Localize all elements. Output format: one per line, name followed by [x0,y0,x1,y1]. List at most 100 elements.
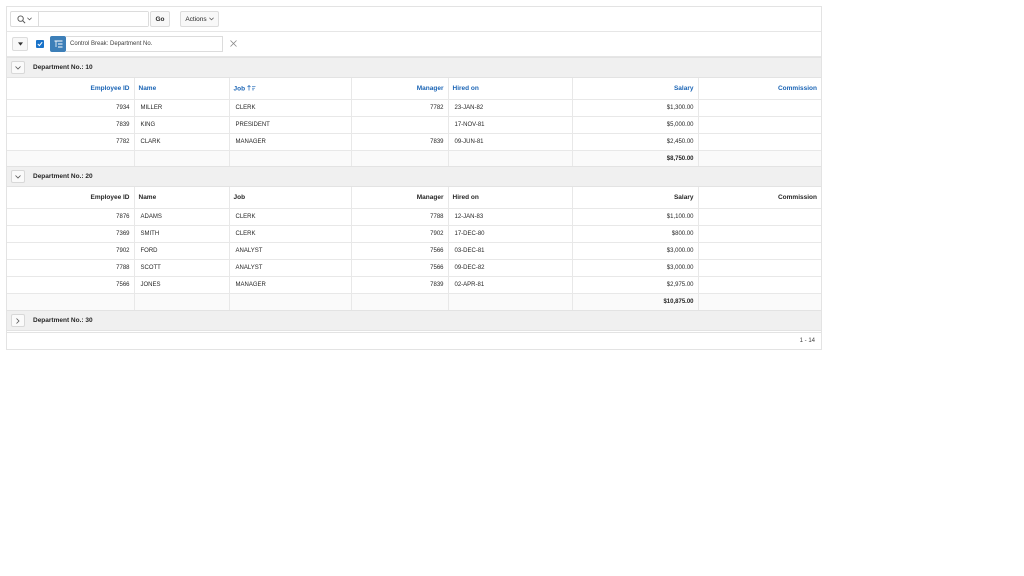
cell-name: CLARK [133,132,230,151]
total-row: $10,875.00 [7,292,821,311]
cell-salary: $5,000.00 [571,115,699,134]
group-toggle-button[interactable] [11,170,25,183]
column-header-manager: Manager [350,187,449,209]
filter-enabled-checkbox[interactable] [36,40,44,48]
total-empty-cell [133,292,230,311]
cell-name: KING [133,115,230,134]
cell-commission [697,115,821,134]
column-header-job[interactable]: Job [228,78,352,100]
table-row: 7934 MILLER CLERK 7782 23-JAN-82 $1,300.… [7,98,821,117]
cell-manager: 7839 [350,132,449,151]
pagination-range: 1 - 14 [799,338,815,344]
group-toggle-button[interactable] [11,61,25,74]
actions-button[interactable]: Actions [180,11,219,27]
collapse-filters-button[interactable] [12,37,28,51]
total-empty-cell [447,149,573,168]
cell-hired-on: 23-JAN-82 [447,98,573,117]
cell-salary: $2,975.00 [571,275,699,294]
cell-manager: 7788 [350,207,449,226]
chevron-down-icon [15,65,21,70]
search-columns-button[interactable] [11,12,39,26]
column-header-employee-id[interactable]: Employee ID [7,78,135,100]
cell-employee-id: 7934 [7,98,135,117]
cell-hired-on: 12-JAN-83 [447,207,573,226]
column-header-job-label: Job [233,85,246,92]
group-table-dept-10: Employee ID Name Job Manager Hired on Sa… [7,78,821,168]
cell-manager [350,115,449,134]
total-empty-cell [7,292,135,311]
interactive-report: Go Actions Control Break: Department No.… [6,6,822,350]
cell-name: SMITH [133,224,230,243]
group-toggle-button[interactable] [11,314,25,327]
cell-hired-on: 09-DEC-82 [447,258,573,277]
close-icon [229,39,237,47]
control-break-icon [50,36,66,52]
table-row: 7788 SCOTT ANALYST 7566 09-DEC-82 $3,000… [7,258,821,277]
header-row: Employee ID Name Job Manager Hired on Sa… [7,187,821,209]
group-table-dept-20: Employee ID Name Job Manager Hired on Sa… [7,187,821,311]
cell-hired-on: 17-DEC-80 [447,224,573,243]
cell-job: CLERK [228,224,352,243]
table-row: 7566 JONES MANAGER 7839 02-APR-81 $2,975… [7,275,821,294]
cell-name: MILLER [133,98,230,117]
cell-name: SCOTT [133,258,230,277]
control-break-filter[interactable]: Control Break: Department No. [66,36,223,52]
cell-job: CLERK [228,98,352,117]
remove-filter-button[interactable] [228,38,238,48]
total-empty-cell [228,149,352,168]
cell-employee-id: 7902 [7,241,135,260]
cell-hired-on: 09-JUN-81 [447,132,573,151]
cell-job: MANAGER [228,132,352,151]
cell-name: ADAMS [133,207,230,226]
group-header-dept-30: Department No.: 30 [7,310,821,331]
cell-commission [697,224,821,243]
cell-name: FORD [133,241,230,260]
filter-bar: Control Break: Department No. [7,32,821,57]
table-row: 7782 CLARK MANAGER 7839 09-JUN-81 $2,450… [7,132,821,151]
chevron-down-icon [208,17,214,21]
column-header-manager[interactable]: Manager [350,78,449,100]
cell-hired-on: 17-NOV-81 [447,115,573,134]
column-header-salary[interactable]: Salary [571,78,699,100]
column-header-hired-on[interactable]: Hired on [447,78,573,100]
cell-job: CLERK [228,207,352,226]
column-header-name[interactable]: Name [133,78,230,100]
table-row: 7369 SMITH CLERK 7902 17-DEC-80 $800.00 [7,224,821,243]
group-label: Department No.: 30 [33,317,93,324]
table-row: 7839 KING PRESIDENT 17-NOV-81 $5,000.00 [7,115,821,134]
group-header-dept-20: Department No.: 20 [7,166,821,187]
total-empty-cell [7,149,135,168]
total-empty-cell [133,149,230,168]
cell-salary: $3,000.00 [571,241,699,260]
cell-employee-id: 7839 [7,115,135,134]
column-header-name: Name [133,187,230,209]
cell-commission [697,132,821,151]
total-salary: $8,750.00 [571,149,699,168]
cell-job: ANALYST [228,258,352,277]
total-row: $8,750.00 [7,149,821,168]
total-empty-cell [350,292,449,311]
total-salary: $10,875.00 [571,292,699,311]
go-button[interactable]: Go [150,11,170,27]
cell-manager: 7566 [350,241,449,260]
search-input[interactable] [39,12,148,26]
column-header-commission: Commission [697,187,821,209]
cell-name: JONES [133,275,230,294]
column-header-commission[interactable]: Commission [697,78,821,100]
total-empty-cell [697,292,821,311]
report-footer: 1 - 14 [7,332,821,350]
column-header-employee-id: Employee ID [7,187,135,209]
cell-commission [697,241,821,260]
search-icon [17,14,26,23]
chevron-down-icon [27,17,32,21]
column-header-salary: Salary [571,187,699,209]
table-row: 7902 FORD ANALYST 7566 03-DEC-81 $3,000.… [7,241,821,260]
cell-employee-id: 7566 [7,275,135,294]
cell-job: MANAGER [228,275,352,294]
cell-manager: 7566 [350,258,449,277]
total-empty-cell [447,292,573,311]
report-toolbar: Go Actions [7,7,821,32]
cell-commission [697,275,821,294]
table-row: 7876 ADAMS CLERK 7788 12-JAN-83 $1,100.0… [7,207,821,226]
total-empty-cell [228,292,352,311]
